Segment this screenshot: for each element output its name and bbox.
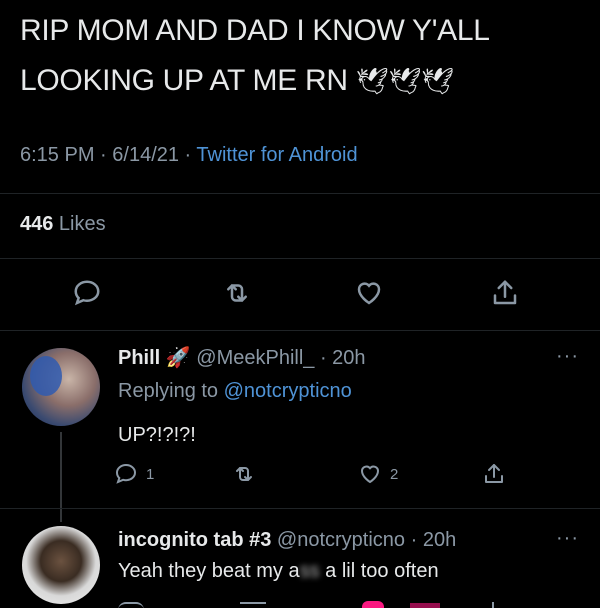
share-button[interactable] [482,462,506,486]
retweet-button[interactable] [232,462,256,486]
tweet-date: 6/14/21 [112,144,179,166]
likes-label: Likes [53,213,106,235]
divider [0,330,600,331]
user-handle[interactable]: @MeekPhill_ [196,347,314,369]
avatar[interactable] [22,348,100,426]
like-button[interactable]: 2 [358,462,398,486]
reply-text: UP?!?!?! [118,424,196,446]
reply-text-part: Yeah they beat my a [118,560,300,582]
tweet-time: 6:15 PM [20,144,95,166]
tweet-source-link[interactable]: Twitter for Android [196,144,357,166]
retweet-icon[interactable] [240,602,266,608]
user-handle[interactable]: @notcrypticno [277,529,405,551]
tweet-text: RIP MOM AND DAD I KNOW Y'ALL LOOKING UP … [20,6,590,106]
replying-mention[interactable]: @notcrypticno [224,380,352,402]
dove-emoji: 🕊🕊🕊 [355,66,454,96]
tweet-text-line-1: RIP MOM AND DAD I KNOW Y'ALL [20,14,490,47]
share-icon[interactable] [492,602,494,608]
liked-heart-icon[interactable] [362,601,384,608]
reply-text: Yeah they beat my ass a lil too often [118,560,439,583]
likes-count[interactable]: 446 Likes [20,213,106,236]
likes-number: 446 [20,213,54,235]
like-count: 2 [390,465,399,483]
reply-header: Phill 🚀 @MeekPhill_ · 20h [118,345,366,370]
share-icon[interactable] [490,278,520,308]
reply-text-part: a lil too often [319,560,439,582]
cropped-action-row [0,600,600,608]
like-icon [360,465,380,484]
reply-button[interactable]: 1 [114,462,154,486]
more-icon[interactable]: ··· [556,345,579,368]
reply-header: incognito tab #3 @notcrypticno · 20h [118,529,456,552]
retweet-icon[interactable] [222,278,252,308]
like-icon[interactable] [354,278,384,308]
tweet-action-bar [0,278,600,312]
replying-to: Replying to @notcrypticno [118,380,352,403]
share-icon [485,464,503,483]
reply-icon[interactable] [72,278,102,308]
reply-time: 20h [332,347,366,369]
avatar-hair [30,356,62,396]
retweet-icon [236,467,252,481]
reply-count: 1 [146,465,155,483]
rocket-badge: 🚀 [165,347,191,369]
divider [0,508,600,509]
reply-icon [115,463,137,484]
avatar[interactable] [22,526,100,604]
divider [0,193,600,194]
reply-icon[interactable] [118,602,144,608]
display-name[interactable]: incognito tab #3 [118,529,271,551]
meta-separator: · [314,347,333,369]
display-name[interactable]: Phill [118,347,160,369]
reply-time: 20h [422,529,457,551]
meta-separator: · [405,529,423,551]
censored-text: ss [299,560,320,582]
replying-prefix: Replying to [118,380,224,402]
tweet-text-line-2: LOOKING UP AT ME RN [20,64,348,97]
tweet-meta: 6:15 PM · 6/14/21 · Twitter for Android [20,144,358,167]
meta-separator: · [179,144,197,166]
meta-separator: · [94,144,113,166]
more-icon[interactable]: ··· [556,527,579,550]
tweet-detail-screen: RIP MOM AND DAD I KNOW Y'ALL LOOKING UP … [0,0,600,608]
like-count-partial [410,603,440,608]
divider [0,258,600,259]
